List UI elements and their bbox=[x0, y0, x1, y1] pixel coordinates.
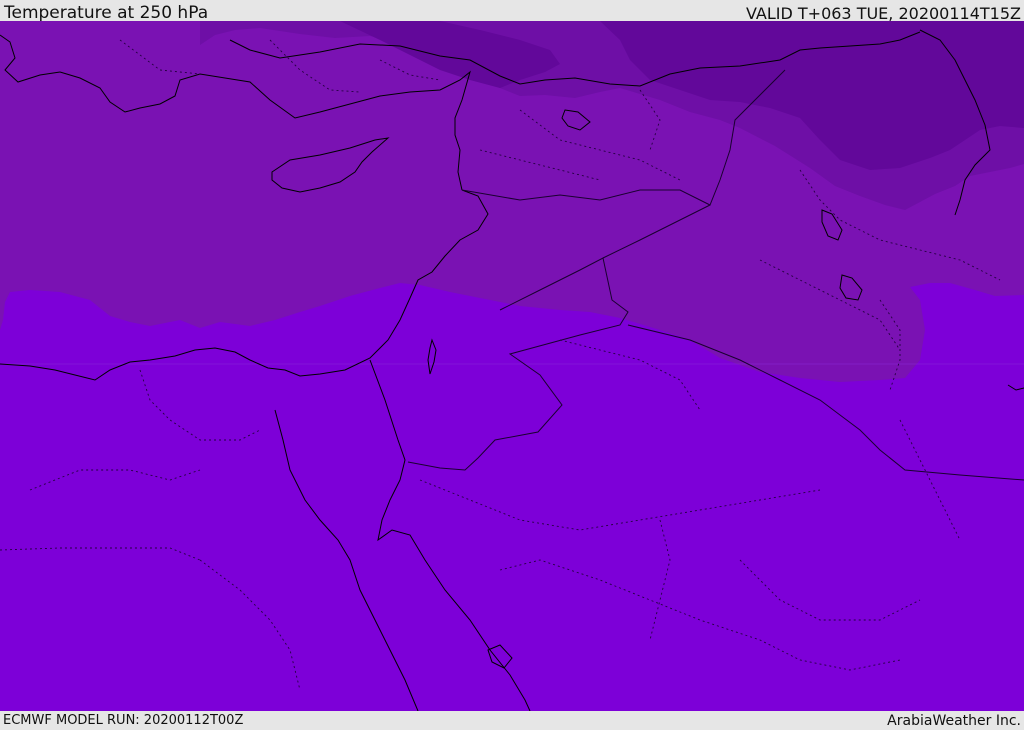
header-bar: Temperature at 250 hPa VALID T+063 TUE, … bbox=[0, 0, 1024, 23]
temperature-map[interactable] bbox=[0, 21, 1024, 711]
footer-bar: ECMWF MODEL RUN: 20200112T00Z ArabiaWeat… bbox=[0, 711, 1024, 729]
map-title: Temperature at 250 hPa bbox=[4, 3, 209, 23]
model-run: ECMWF MODEL RUN: 20200112T00Z bbox=[3, 713, 244, 728]
credit-text: ArabiaWeather Inc. bbox=[887, 713, 1021, 729]
